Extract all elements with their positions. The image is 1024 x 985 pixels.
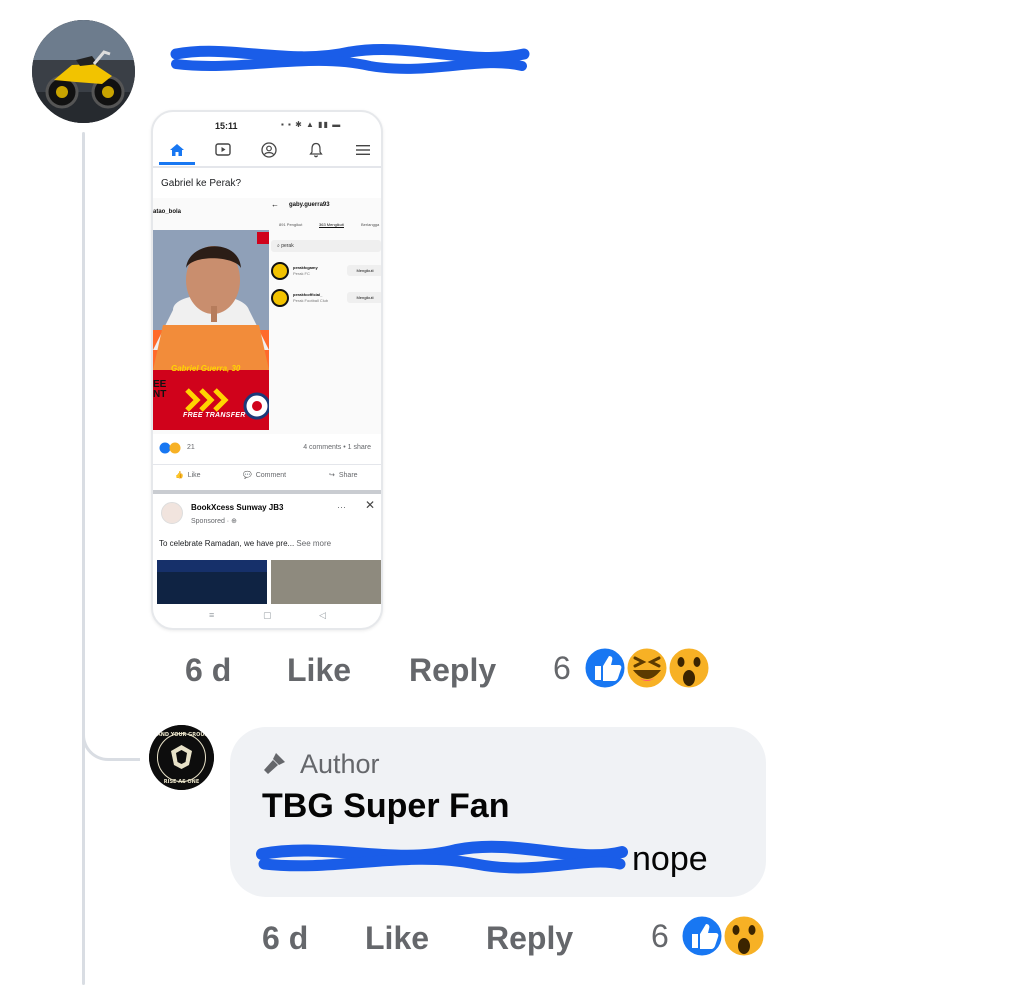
thread-reply-connector	[82, 705, 140, 761]
ig-follow-row: perakfcgamy Perak FC Mengikuti	[271, 262, 381, 284]
ig-header-user: gaby.guerra93	[289, 202, 330, 208]
ig-search-text: perak	[281, 243, 294, 249]
menu-icon	[343, 138, 381, 162]
comment-icon: 💬	[243, 472, 252, 479]
like-icon: 👍	[175, 472, 184, 479]
avatar-motto-bottom: RISE AS ONE	[164, 779, 200, 785]
comment-timestamp[interactable]: 6 d	[185, 652, 231, 689]
ig-follow-button: Mengikuti	[347, 265, 381, 276]
back-icon: ◁	[319, 610, 326, 620]
post-like-label: Like	[187, 471, 201, 479]
post-like-action: 👍 Like	[175, 471, 201, 480]
free-transfer-label: FREE TRANSFER	[183, 412, 246, 419]
post-action-bar: 👍 Like 💬 Comment ↪ Share	[153, 464, 381, 489]
banner-side-text: EE NT	[153, 379, 167, 400]
android-nav-bar: ≡ ▢ ◁	[153, 606, 381, 628]
ig-row-name: perakfcgamy	[293, 265, 318, 270]
comments-share-count: 4 comments • 1 share	[303, 444, 371, 451]
reaction-icons[interactable]	[583, 644, 713, 692]
post-reactions-count: 21	[187, 444, 195, 451]
home-icon	[157, 138, 197, 162]
ig-row-name: perakfcofficial_	[293, 292, 323, 297]
reply-reaction-count[interactable]: 6	[651, 918, 669, 955]
reply-timestamp[interactable]: 6 d	[262, 920, 308, 957]
thread-line	[82, 132, 85, 985]
recents-icon: ≡	[209, 610, 215, 620]
home-button-icon: ▢	[263, 610, 272, 620]
post-share-label: Share	[338, 471, 358, 479]
back-arrow-icon: ←	[271, 200, 279, 209]
ad-page-name: BookXcess Sunway JB3	[191, 503, 284, 512]
post-comment-action: 💬 Comment	[243, 471, 287, 480]
redacted-author-name[interactable]	[170, 40, 530, 80]
share-icon: ↪	[329, 472, 335, 479]
phone-status-bar: 15:11 ▪ ▪ ✱ ▲ ▮▮ ▬	[153, 112, 381, 136]
avatar-motto-top: STAND YOUR GROUND	[150, 732, 213, 738]
reply-avatar[interactable]: STAND YOUR GROUND RISE AS ONE	[149, 725, 214, 790]
perak-logo-icon	[271, 289, 289, 307]
perak-logo-icon	[271, 262, 289, 280]
attached-screenshot[interactable]: 15:11 ▪ ▪ ✱ ▲ ▮▮ ▬ Gabriel ke Perak? ata…	[151, 110, 383, 630]
ig-tabs: 891 Pengikut 363 Mengikuti Berlangga	[273, 222, 381, 232]
player-photo	[153, 230, 269, 430]
reply-button[interactable]: Reply	[409, 652, 496, 689]
ad-image-left-header	[157, 560, 267, 572]
ig-tab: Berlangga	[361, 222, 380, 227]
ig-tab: 891 Pengikut	[279, 222, 303, 227]
home-tab-indicator	[159, 162, 195, 165]
author-badge: Author	[300, 749, 380, 779]
redacted-mention[interactable]	[256, 836, 628, 880]
ig-search-field: ⌕ perak	[271, 240, 381, 252]
like-reaction-icon	[583, 645, 628, 691]
microphone-icon	[264, 753, 285, 774]
like-button[interactable]: Like	[287, 652, 351, 689]
reply-text: nope	[632, 840, 708, 878]
ad-body: To celebrate Ramadan, we have pre...	[159, 539, 297, 548]
status-time: 15:11	[215, 121, 238, 131]
profile-icon	[249, 138, 289, 162]
ig-follow-row: perakfcofficial_ Perak Football Club Men…	[271, 289, 381, 311]
video-icon	[203, 138, 243, 162]
bell-icon	[296, 138, 336, 162]
ig-account-label: atao_bola	[153, 209, 182, 215]
ig-row-sub: Perak FC	[293, 271, 310, 276]
reply-reaction-icons[interactable]	[680, 912, 770, 960]
ig-tab-active: 363 Mengikuti	[319, 222, 344, 228]
more-dots-icon: ···	[337, 502, 346, 512]
reaction-count[interactable]: 6	[553, 650, 571, 687]
see-more-link: See more	[296, 539, 332, 548]
post-comment-label: Comment	[255, 471, 287, 479]
post-reaction-bar: 21 4 comments • 1 share	[159, 442, 375, 456]
motorcycle-avatar-icon[interactable]	[32, 20, 135, 123]
ad-image-right	[271, 560, 381, 604]
like-reaction-icon	[680, 913, 725, 959]
feed-separator	[153, 490, 381, 494]
ad-sponsored-text: Sponsored ·	[191, 518, 232, 525]
reply-like-button[interactable]: Like	[365, 920, 429, 957]
close-icon: ✕	[365, 498, 376, 512]
wow-reaction-icon	[666, 645, 712, 691]
haha-reaction-icon	[624, 645, 670, 691]
wow-reaction-icon	[721, 913, 767, 959]
globe-icon: ⊕	[231, 518, 237, 525]
player-name-banner: Gabriel Guerra, 30	[171, 364, 241, 373]
reply-author-name[interactable]: TBG Super Fan	[262, 787, 509, 826]
post-share-action: ↪ Share	[329, 471, 358, 480]
post-text: Gabriel ke Perak?	[161, 178, 242, 189]
ad-text: To celebrate Ramadan, we have pre... See…	[159, 539, 331, 548]
status-icons: ▪ ▪ ✱ ▲ ▮▮ ▬	[281, 120, 342, 129]
reply-reply-button[interactable]: Reply	[486, 920, 573, 957]
ad-avatar	[161, 502, 183, 524]
ig-row-sub: Perak Football Club	[293, 298, 329, 303]
reaction-icons	[159, 442, 181, 454]
ig-follow-button: Mengikuti	[347, 292, 381, 303]
ad-sponsored-label: Sponsored · ⊕	[191, 517, 237, 525]
